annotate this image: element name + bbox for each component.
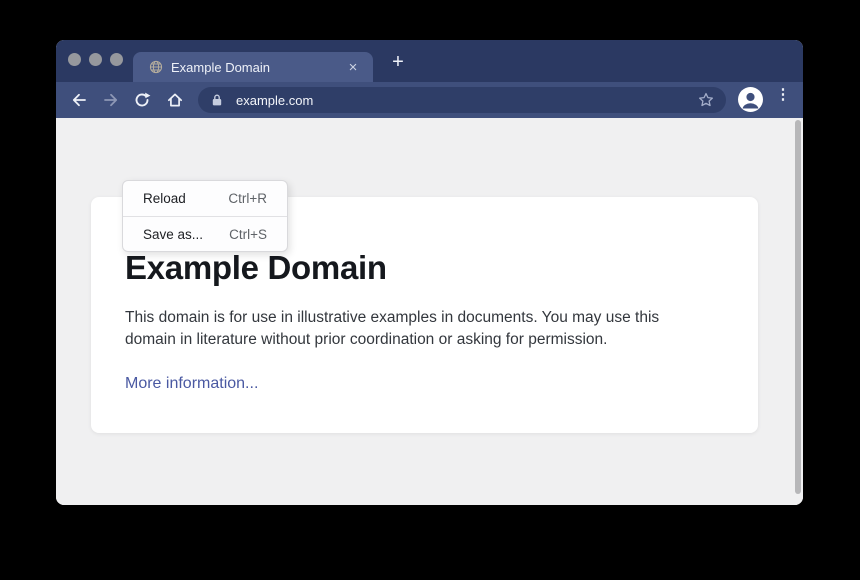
browser-window: Example Domain × + <box>56 40 803 505</box>
globe-favicon-icon <box>149 60 163 74</box>
menu-item-save-as[interactable]: Save as... Ctrl+S <box>123 216 287 251</box>
tab-title: Example Domain <box>171 60 345 75</box>
menu-item-label: Save as... <box>143 227 203 242</box>
lock-icon[interactable] <box>210 93 224 107</box>
vertical-scrollbar[interactable] <box>795 120 801 494</box>
menu-item-reload[interactable]: Reload Ctrl+R <box>123 181 287 216</box>
window-zoom-button[interactable] <box>110 53 123 66</box>
menu-item-label: Reload <box>143 191 186 206</box>
browser-menu-icon[interactable]: ⋮ <box>775 90 791 110</box>
window-close-button[interactable] <box>68 53 81 66</box>
window-minimize-button[interactable] <box>89 53 102 66</box>
forward-icon[interactable] <box>102 91 120 109</box>
menu-item-shortcut: Ctrl+R <box>228 191 267 206</box>
bookmark-star-icon[interactable] <box>697 91 715 109</box>
tab-close-icon[interactable]: × <box>345 60 361 75</box>
home-icon[interactable] <box>166 91 184 109</box>
page-paragraph: This domain is for use in illustrative e… <box>125 307 718 351</box>
paragraph-line: This domain is for use in illustrative e… <box>125 307 718 329</box>
page-title: Example Domain <box>125 249 718 287</box>
context-menu: Reload Ctrl+R Save as... Ctrl+S <box>122 180 288 252</box>
page-viewport: Example Domain This domain is for use in… <box>56 118 803 505</box>
address-bar[interactable]: example.com <box>198 87 726 113</box>
url-text: example.com <box>236 93 313 108</box>
back-icon[interactable] <box>70 91 88 109</box>
tab-example-domain[interactable]: Example Domain × <box>133 52 373 82</box>
toolbar: example.com ⋮ <box>56 82 803 118</box>
more-information-link[interactable]: More information... <box>125 375 258 392</box>
menu-item-shortcut: Ctrl+S <box>229 227 267 242</box>
profile-avatar-icon[interactable] <box>738 87 763 112</box>
window-controls <box>68 53 123 66</box>
reload-icon[interactable] <box>133 91 151 109</box>
titlebar: Example Domain × + <box>56 40 803 82</box>
paragraph-line: domain in literature without prior coord… <box>125 329 718 351</box>
new-tab-button[interactable]: + <box>388 52 408 72</box>
